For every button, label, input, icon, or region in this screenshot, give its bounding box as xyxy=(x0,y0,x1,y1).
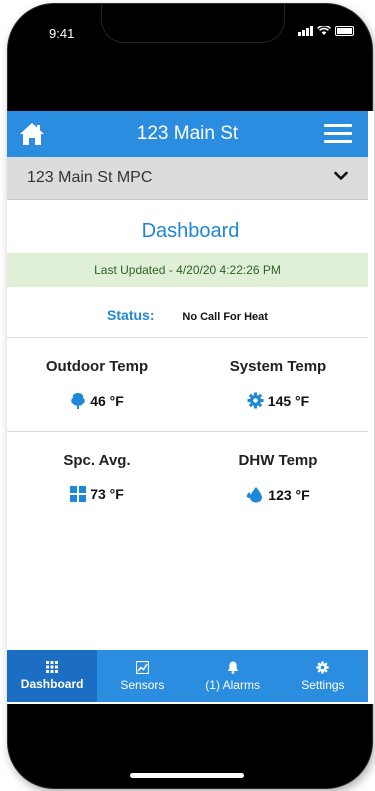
nav-bar: 123 Main St xyxy=(7,111,368,157)
signal-icon xyxy=(298,26,313,36)
chart-icon xyxy=(135,660,149,674)
space-avg-card: Spc. Avg. 73 °F xyxy=(7,452,187,502)
grid-icon xyxy=(70,486,87,502)
dhw-temp-card: DHW Temp 123 °F xyxy=(188,452,368,503)
tab-dashboard-label: Dashboard xyxy=(20,677,84,691)
tree-icon xyxy=(71,393,86,409)
space-avg-value-row: 73 °F xyxy=(7,486,187,502)
system-temp-card: System Temp 145 °F xyxy=(188,358,368,409)
dashboard-title: Dashboard xyxy=(141,220,240,242)
chevron-down-icon xyxy=(334,171,348,180)
tab-sensors-label: Sensors xyxy=(120,677,165,692)
divider xyxy=(7,431,368,432)
dhw-temp-value-row: 123 °F xyxy=(188,486,368,503)
system-temp-label: System Temp xyxy=(229,358,327,375)
grid-icon xyxy=(46,661,59,673)
outdoor-temp-card: Outdoor Temp 46 °F xyxy=(7,358,187,410)
space-avg-label: Spc. Avg. xyxy=(63,452,131,469)
tab-bar: Dashboard Sensors (1) Alarms Settings xyxy=(7,650,368,702)
menu-icon[interactable] xyxy=(324,124,352,144)
tab-alarms[interactable]: (1) Alarms xyxy=(188,650,278,702)
tab-sensors[interactable]: Sensors xyxy=(97,650,187,702)
site-selector-value: 123 Main St MPC xyxy=(27,169,153,186)
battery-icon xyxy=(335,26,354,36)
system-temp-value-row: 145 °F xyxy=(188,392,368,409)
outdoor-temp-value-row: 46 °F xyxy=(7,392,187,410)
bell-icon xyxy=(227,661,239,674)
tab-settings-label: Settings xyxy=(301,677,345,692)
system-temp-value: 145 °F xyxy=(267,392,310,409)
outdoor-temp-label: Outdoor Temp xyxy=(45,358,149,375)
status-icons xyxy=(298,26,354,36)
device-notch xyxy=(102,4,284,42)
tab-dashboard[interactable]: Dashboard xyxy=(7,650,98,702)
wifi-icon xyxy=(317,26,331,35)
status-label: Status: xyxy=(107,307,155,323)
divider xyxy=(7,337,368,338)
status-row: Status: No Call For Heat xyxy=(7,307,368,323)
last-updated-banner: Last Updated - 4/20/20 4:22:26 PM xyxy=(7,253,368,287)
app-screen: 123 Main St 123 Main St MPC Dashboard La… xyxy=(7,111,374,704)
site-selector[interactable]: 123 Main St MPC xyxy=(7,157,368,200)
tab-alarms-label: (1) Alarms xyxy=(205,677,260,692)
outdoor-temp-value: 46 °F xyxy=(90,393,124,409)
status-value: No Call For Heat xyxy=(182,311,268,323)
page-title: 123 Main St xyxy=(136,123,239,144)
home-indicator[interactable] xyxy=(130,773,244,778)
status-time: 9:41 xyxy=(49,26,75,41)
gear-icon xyxy=(316,660,329,674)
tab-settings[interactable]: Settings xyxy=(278,650,368,702)
dhw-temp-value: 123 °F xyxy=(268,486,310,503)
space-avg-value: 73 °F xyxy=(90,486,124,502)
water-drop-icon xyxy=(247,487,263,503)
gear-icon xyxy=(247,392,264,409)
dhw-temp-label: DHW Temp xyxy=(238,452,318,469)
